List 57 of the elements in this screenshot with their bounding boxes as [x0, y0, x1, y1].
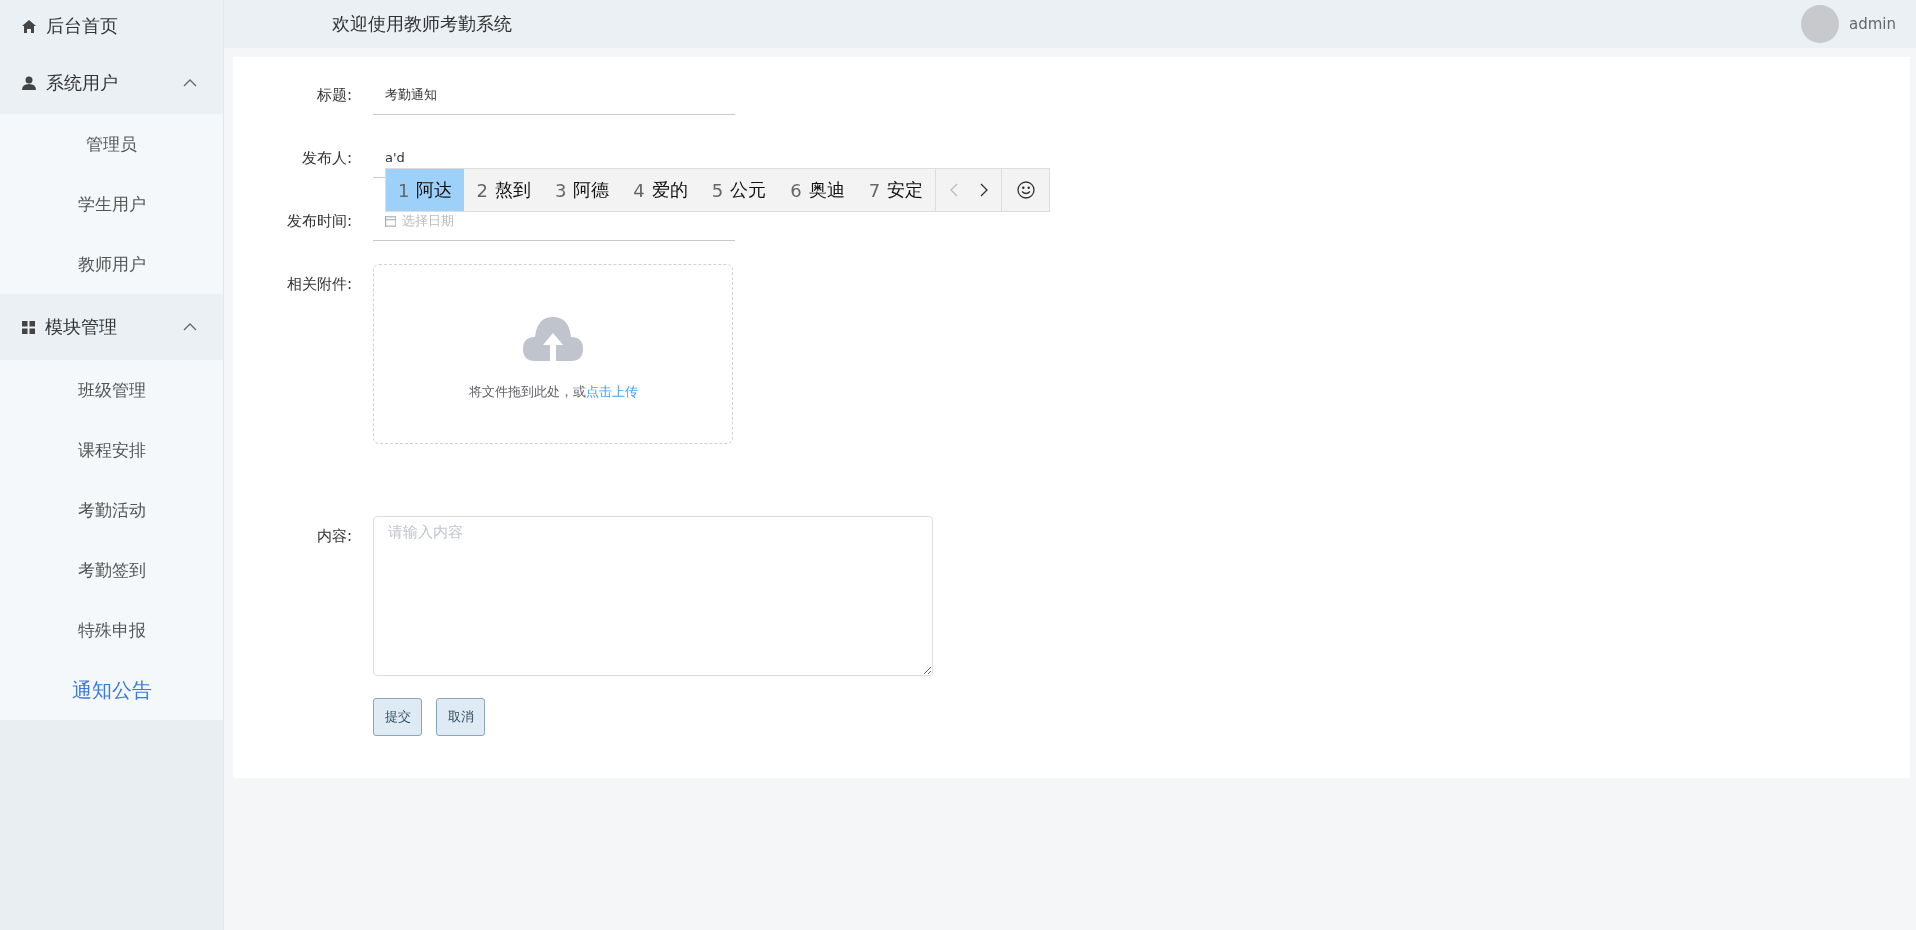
field-label: 内容: — [315, 526, 352, 547]
candidate-number: 6 — [790, 179, 802, 201]
candidate-number: 3 — [554, 179, 567, 201]
field-label: 相关附件: — [285, 274, 352, 295]
ime-candidate[interactable]: 6 奥迪 — [778, 169, 857, 211]
field-label: 发布人: — [300, 148, 352, 169]
submenu-item[interactable]: 学生用户 — [0, 174, 223, 234]
chevron-right-icon[interactable] — [979, 183, 988, 197]
submenu-item[interactable]: 课程安排 — [0, 420, 223, 480]
home-icon — [22, 19, 36, 33]
chevron-up-icon — [183, 323, 197, 331]
ime-candidate[interactable]: 1 阿达 — [386, 169, 465, 211]
candidate-text: 熬到 — [494, 178, 531, 202]
submit-button[interactable]: 提交 — [373, 698, 422, 736]
ime-candidate[interactable]: 2 熬到 — [464, 169, 543, 211]
cloud-upload-icon — [523, 317, 583, 361]
ime-candidate[interactable]: 7 安定 — [856, 169, 936, 211]
content-textarea[interactable]: 请输入内容 — [373, 516, 933, 676]
candidate-number: 7 — [868, 179, 881, 201]
user-icon — [22, 76, 36, 90]
text-field[interactable]: a'd — [385, 150, 735, 165]
submenu-item[interactable]: 班级管理 — [0, 360, 223, 420]
submenu-item[interactable]: 考勤签到 — [0, 540, 223, 600]
candidate-text: 奥迪 — [808, 178, 845, 202]
candidate-text: 爱的 — [651, 178, 688, 202]
candidate-text: 阿德 — [573, 178, 610, 202]
candidate-number: 5 — [711, 179, 724, 201]
candidate-number: 1 — [398, 179, 410, 201]
ime-candidate[interactable]: 4 爱的 — [621, 169, 700, 211]
candidate-text: 公元 — [730, 178, 767, 202]
field-label: 标题: — [315, 85, 352, 106]
page-title: 欢迎使用教师考勤系统 — [332, 12, 513, 36]
cancel-button[interactable]: 取消 — [436, 698, 485, 736]
text-field[interactable]: 考勤通知 — [385, 87, 735, 102]
ime-candidate[interactable]: 3 阿德 — [542, 169, 622, 211]
upload-hint: 将文件拖到此处，或点击上传 — [468, 383, 638, 401]
field-label: 发布时间: — [285, 211, 352, 232]
user-name: admin — [1849, 15, 1896, 33]
submenu-item[interactable]: 管理员 — [0, 114, 223, 174]
candidate-number: 2 — [476, 179, 488, 201]
calendar-icon — [385, 214, 397, 227]
candidate-text: 安定 — [887, 178, 924, 202]
submenu-item[interactable]: 教师用户 — [0, 234, 223, 294]
menu-label: 模块管理 — [45, 315, 118, 339]
menu-label: 系统用户 — [46, 71, 119, 95]
smiley-icon[interactable] — [1016, 181, 1035, 199]
submenu-item[interactable]: 特殊申报 — [0, 600, 223, 660]
menu-label: 后台首页 — [46, 14, 119, 38]
chevron-up-icon — [183, 79, 197, 87]
submenu-item[interactable]: 通知公告 — [0, 660, 223, 720]
date-field[interactable]: 选择日期 — [402, 213, 735, 228]
grid-icon — [22, 320, 35, 334]
candidate-number: 4 — [633, 179, 645, 201]
candidate-text: 阿达 — [416, 178, 453, 202]
ime-candidate[interactable]: 5 公元 — [699, 169, 779, 211]
submenu-item[interactable]: 考勤活动 — [0, 480, 223, 540]
upload-area[interactable]: 将文件拖到此处，或点击上传 — [373, 264, 733, 444]
